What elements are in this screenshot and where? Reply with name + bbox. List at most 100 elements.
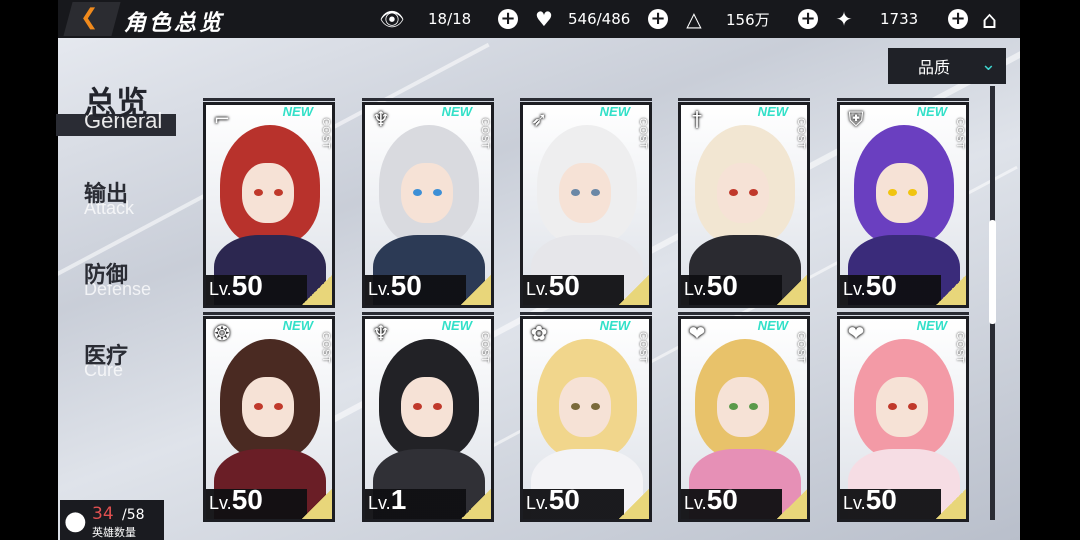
- back-arrow-icon[interactable]: ❮: [80, 5, 98, 30]
- hero-card[interactable]: ⛨ NEW COST Lv.50: [837, 98, 969, 308]
- hero-eye: [908, 403, 917, 410]
- add-stamina-button[interactable]: +: [648, 9, 668, 29]
- tab-cure[interactable]: 医疗 Cure: [84, 338, 214, 380]
- star-icon: ✦: [835, 7, 853, 31]
- hero-face: [559, 377, 611, 437]
- hero-eye: [888, 189, 897, 196]
- hero-eye: [888, 403, 897, 410]
- hero-eye: [254, 403, 263, 410]
- rarity-corner: [302, 275, 332, 305]
- page-title: 角色总览: [124, 11, 225, 36]
- hero-count-label: 英雄数量: [92, 526, 136, 539]
- resource-value: 546/486: [568, 10, 631, 28]
- level-label: Lv.50: [368, 270, 422, 302]
- hero-eye: [254, 189, 263, 196]
- tab-general[interactable]: 总览 General: [56, 78, 214, 136]
- person-icon: ●: [64, 506, 87, 536]
- hero-card[interactable]: ❂ NEW COST Lv.50: [203, 312, 335, 522]
- cost-label: COST: [320, 332, 331, 364]
- hero-card[interactable]: ♆ NEW COST Lv.1: [362, 312, 494, 522]
- hero-eye: [274, 403, 283, 410]
- tab-label: 防御: [84, 263, 129, 288]
- hero-card[interactable]: ♆ NEW COST Lv.50: [362, 98, 494, 308]
- level-label: Lv.50: [843, 270, 897, 302]
- hero-eye: [571, 189, 580, 196]
- hero-count-panel: ● 34 /58 英雄数量: [60, 500, 164, 540]
- card-top-line: [203, 312, 335, 315]
- resource-eye: 👁 18/18: [378, 0, 471, 38]
- resource-value: 1733: [880, 10, 919, 28]
- hero-card[interactable]: ⌐ NEW COST Lv.50: [203, 98, 335, 308]
- hero-face: [559, 163, 611, 223]
- tab-label: 输出: [84, 182, 129, 207]
- tab-defense[interactable]: 防御 Defense: [84, 257, 214, 299]
- hero-card[interactable]: ❤ NEW COST Lv.50: [678, 312, 810, 522]
- level-value: 50: [390, 270, 422, 301]
- hero-face: [242, 163, 294, 223]
- cost-label: COST: [479, 118, 490, 150]
- level-value: 1: [390, 484, 407, 515]
- new-badge: NEW: [441, 104, 472, 119]
- level-label: Lv.50: [209, 270, 263, 302]
- new-badge: NEW: [916, 104, 947, 119]
- rarity-corner: [461, 489, 491, 519]
- cost-label: COST: [954, 118, 965, 150]
- resource-coin: △ 156万: [680, 0, 769, 38]
- coin-icon: △: [686, 7, 702, 31]
- flower-icon: ✿: [530, 321, 548, 345]
- eye-icon: 👁: [379, 7, 405, 31]
- hero-face: [717, 163, 769, 223]
- add-star-button[interactable]: +: [948, 9, 968, 29]
- hero-face: [242, 377, 294, 437]
- level-value: 50: [231, 484, 263, 515]
- level-label: Lv.50: [526, 270, 580, 302]
- rarity-corner: [302, 489, 332, 519]
- hero-eye: [433, 189, 442, 196]
- level-prefix: Lv.: [684, 279, 707, 299]
- rarity-corner: [619, 275, 649, 305]
- new-badge: NEW: [757, 318, 788, 333]
- heart-icon: ❤: [847, 321, 865, 345]
- cost-label: COST: [637, 118, 648, 150]
- hero-eye: [433, 403, 442, 410]
- hero-face: [717, 377, 769, 437]
- scrollbar-thumb[interactable]: [989, 220, 996, 324]
- level-prefix: Lv.: [843, 493, 866, 513]
- level-value: 50: [548, 270, 580, 301]
- card-top-line: [837, 98, 969, 101]
- new-badge: NEW: [282, 318, 313, 333]
- resource-value: 18/18: [428, 10, 472, 28]
- level-value: 50: [706, 270, 738, 301]
- card-top-line: [362, 312, 494, 315]
- hero-face: [876, 163, 928, 223]
- cost-label: COST: [795, 118, 806, 150]
- add-coin-button[interactable]: +: [798, 9, 818, 29]
- hero-card[interactable]: ➶ NEW COST Lv.50: [520, 98, 652, 308]
- tab-label: 医疗: [84, 344, 129, 369]
- quality-filter-dropdown[interactable]: 品质 ⌄: [888, 48, 1006, 84]
- resource-stamina: ♥ 546/486: [530, 0, 630, 38]
- heart-icon: ❤: [688, 321, 706, 345]
- hero-eye: [729, 403, 738, 410]
- rarity-corner: [461, 275, 491, 305]
- home-icon[interactable]: ⌂: [982, 6, 997, 34]
- add-eye-button[interactable]: +: [498, 9, 518, 29]
- level-value: 50: [865, 270, 897, 301]
- bow-icon: ➶: [530, 107, 548, 131]
- shield-icon: ⛨: [848, 107, 864, 131]
- level-label: Lv.50: [526, 484, 580, 516]
- level-prefix: Lv.: [368, 493, 391, 513]
- tab-attack[interactable]: 输出 Attack: [84, 176, 214, 218]
- hero-card[interactable]: ✿ NEW COST Lv.50: [520, 312, 652, 522]
- hero-card[interactable]: ❤ NEW COST Lv.50: [837, 312, 969, 522]
- resource-star: ✦ 1733: [830, 0, 919, 38]
- hero-eye: [729, 189, 738, 196]
- hero-eye: [908, 189, 917, 196]
- level-label: Lv.1: [368, 484, 406, 516]
- cost-label: COST: [320, 118, 331, 150]
- level-label: Lv.50: [843, 484, 897, 516]
- demon-mask-icon: ♆: [372, 107, 390, 131]
- level-prefix: Lv.: [526, 493, 549, 513]
- level-label: Lv.50: [684, 270, 738, 302]
- hero-card[interactable]: † NEW COST Lv.50: [678, 98, 810, 308]
